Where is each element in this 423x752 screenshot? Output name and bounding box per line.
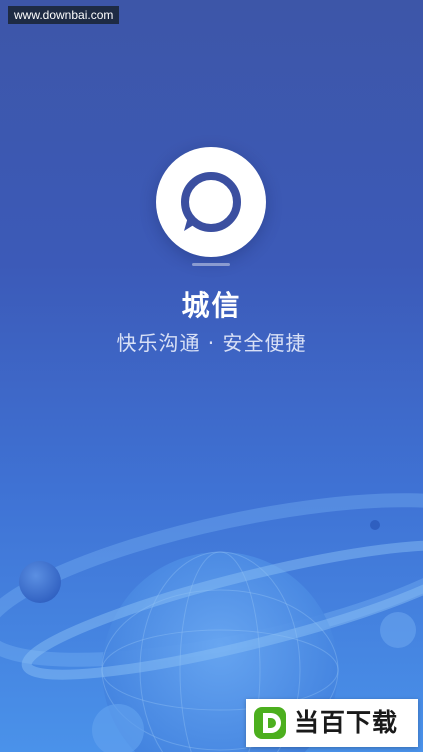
d-logo-icon	[254, 707, 286, 739]
logo-divider	[192, 263, 230, 266]
download-badge: 当百下载	[246, 699, 418, 747]
badge-text: 当百下载	[294, 708, 399, 737]
small-planet-right	[380, 612, 416, 648]
app-logo	[156, 147, 266, 257]
small-planet-left	[19, 561, 61, 603]
chat-bubble-icon	[181, 172, 241, 232]
app-slogan: 快乐沟通 · 安全便捷	[116, 331, 307, 355]
app-name: 城信	[181, 289, 242, 322]
watermark-url: www.downbai.com	[8, 6, 120, 24]
tiny-dot	[370, 520, 380, 530]
